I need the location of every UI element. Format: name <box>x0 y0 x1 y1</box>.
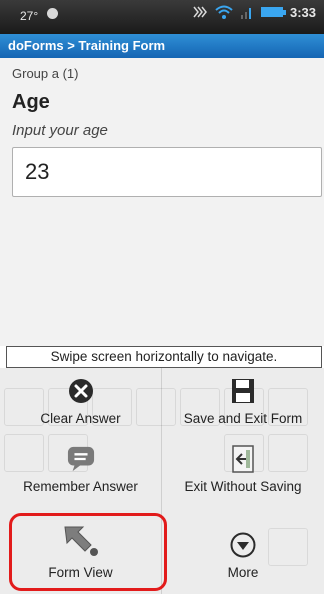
save-and-exit-button[interactable]: Save and Exit Form <box>162 368 324 436</box>
signal-icon <box>240 8 251 19</box>
exit-without-saving-label: Exit Without Saving <box>184 479 302 494</box>
swipe-hint: Swipe screen horizontally to navigate. <box>6 346 322 368</box>
status-icons: 3:33 <box>192 4 316 20</box>
save-and-exit-label: Save and Exit Form <box>183 411 303 426</box>
remember-answer-button[interactable]: Remember Answer <box>0 436 162 504</box>
vibrate-icon <box>193 6 207 18</box>
remember-answer-label: Remember Answer <box>23 479 138 494</box>
battery-icon <box>260 7 286 17</box>
temperature-text: 27° <box>20 9 39 23</box>
form-view-arrow-icon <box>61 523 101 559</box>
clear-answer-icon <box>67 377 95 405</box>
more-button[interactable]: More <box>162 504 324 594</box>
status-bar: 27° 3:33 <box>0 0 324 34</box>
age-input[interactable]: 23 <box>12 147 322 197</box>
save-icon <box>229 377 257 405</box>
chat-bubble-icon <box>67 445 95 473</box>
options-menu: Clear Answer Save and Exit Form Remember… <box>0 368 324 594</box>
breadcrumb: doForms > Training Form <box>8 38 166 53</box>
clear-answer-label: Clear Answer <box>40 411 121 426</box>
form-content: Group a (1) Age Input your age 23 <box>0 58 324 346</box>
question-hint: Input your age <box>12 122 108 139</box>
notification-dot-icon <box>47 8 58 19</box>
form-view-label: Form View <box>48 565 113 580</box>
clock-text: 3:33 <box>289 4 316 20</box>
group-label: Group a (1) <box>12 66 79 81</box>
app-title-bar: doForms > Training Form <box>0 34 324 58</box>
wifi-icon <box>215 5 233 19</box>
form-view-button[interactable]: Form View <box>0 504 162 594</box>
exit-door-icon <box>229 445 257 473</box>
more-label: More <box>227 565 259 580</box>
clear-answer-button[interactable]: Clear Answer <box>0 368 162 436</box>
question-title: Age <box>12 91 50 113</box>
exit-without-saving-button[interactable]: Exit Without Saving <box>162 436 324 504</box>
chevron-down-circle-icon <box>229 531 257 559</box>
